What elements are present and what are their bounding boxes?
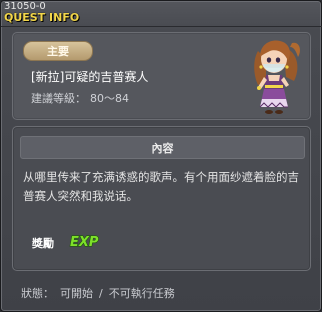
npc-portrait [254, 40, 300, 114]
status-detail: 不可執行任務 [108, 287, 175, 300]
title-divider [1, 26, 322, 27]
status-value: 可開始 [60, 287, 93, 300]
status-separator: / [99, 287, 103, 300]
quest-status: 狀態： 可開始 / 不可執行任務 [21, 285, 181, 301]
quest-name: [新拉]可疑的吉普赛人 [31, 70, 149, 84]
status-label: 狀態： [21, 287, 54, 300]
level-range: 80～84 [90, 92, 129, 105]
recommended-level: 建議等級： 80～84 [31, 90, 129, 106]
exp-icon: EXP [69, 234, 99, 250]
window-title: QUEST INFO [4, 11, 80, 24]
reward-label: 獎勵 [32, 237, 54, 250]
quest-info-window: 31050-0 QUEST INFO 主要 [新拉]可疑的吉普赛人 建議等級： 8… [0, 0, 322, 312]
level-label: 建議等級： [31, 92, 86, 105]
quest-summary-panel: 主要 [新拉]可疑的吉普赛人 建議等級： 80～84 [12, 32, 311, 120]
exp-text: EXP [70, 235, 99, 250]
quest-type-tag: 主要 [23, 41, 93, 61]
content-header: 內容 [20, 136, 305, 159]
quest-description: 从哪里传来了充满诱惑的歌声。有个用面纱遮着脸的吉普赛人突然和我说话。 [23, 170, 299, 203]
quest-content-panel: 內容 从哪里传来了充满诱惑的歌声。有个用面纱遮着脸的吉普赛人突然和我说话。 獎勵… [12, 126, 311, 271]
